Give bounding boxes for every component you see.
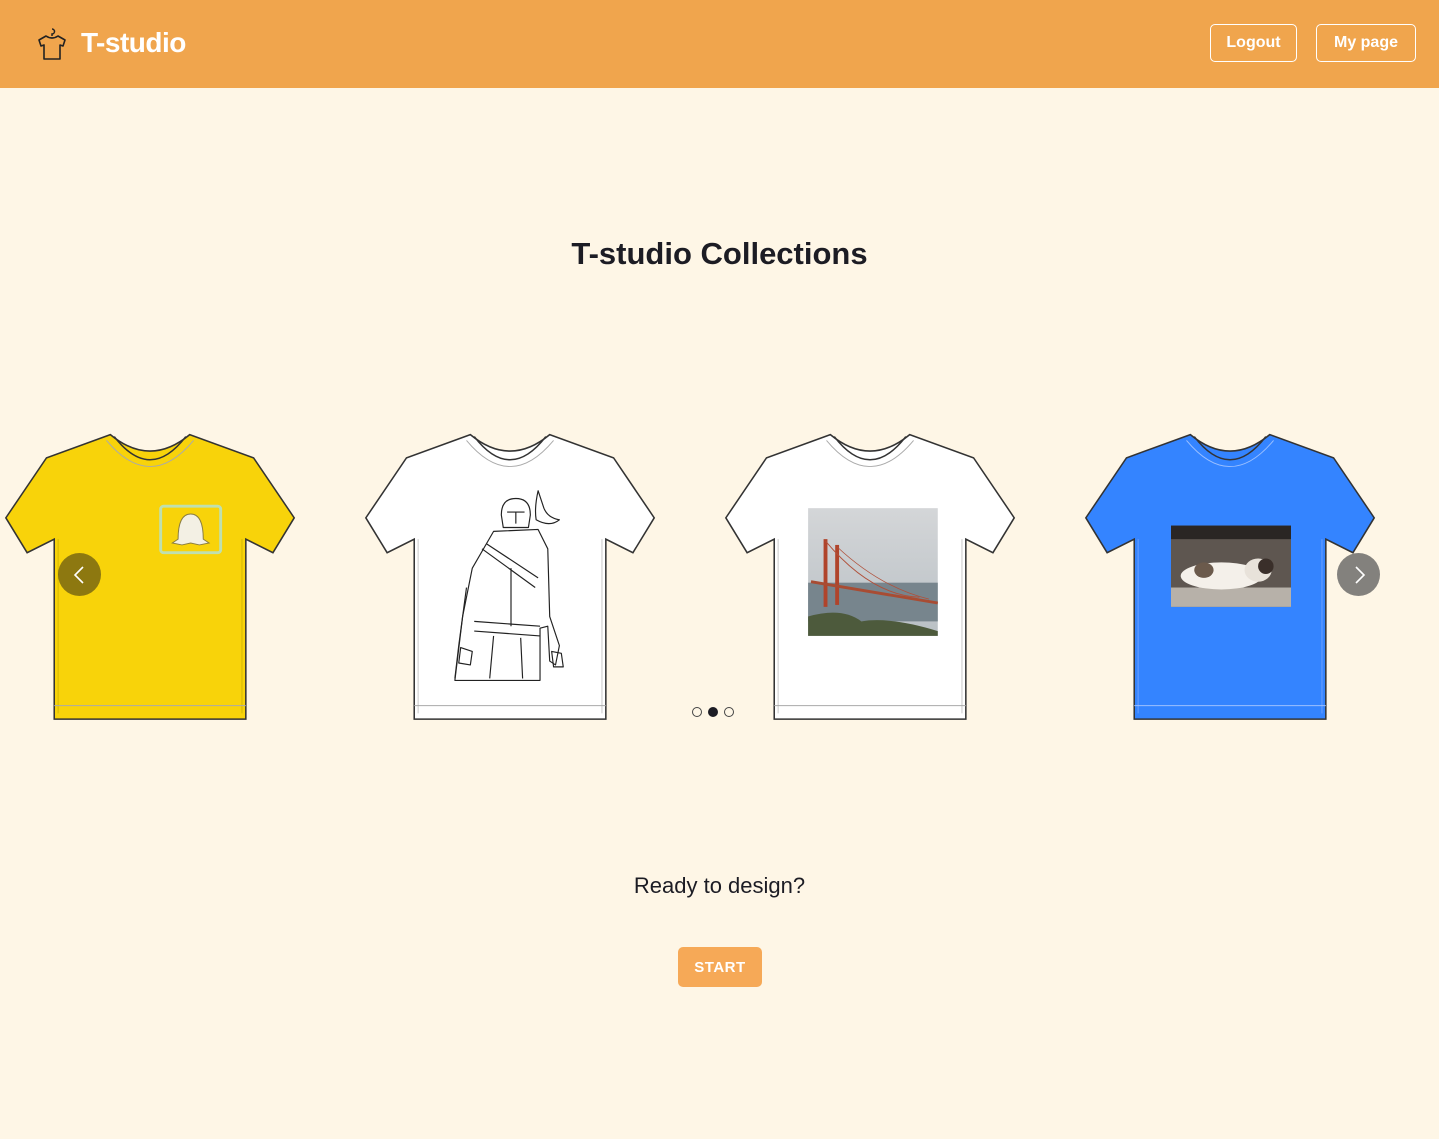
carousel-dot[interactable] <box>692 707 702 717</box>
chevron-right-icon <box>1354 565 1365 584</box>
ready-prompt: Ready to design? <box>633 873 806 898</box>
carousel-dot[interactable] <box>708 707 718 717</box>
my-page-button[interactable]: My page <box>1316 24 1416 62</box>
page-title: T-studio Collections <box>571 236 868 271</box>
logout-button[interactable]: Logout <box>1210 24 1297 62</box>
logo-text[interactable]: T-studio <box>81 27 186 59</box>
collections-carousel <box>0 405 1439 735</box>
chevron-left-icon <box>73 565 84 584</box>
cat-photo <box>1171 525 1291 607</box>
carousel-next-button[interactable] <box>1337 553 1380 596</box>
carousel-indicators <box>692 707 734 717</box>
tshirt-hanger-icon <box>38 28 66 60</box>
carousel-prev-button[interactable] <box>58 553 101 596</box>
start-button[interactable]: START <box>678 947 762 987</box>
bridge-photo <box>808 508 939 636</box>
carousel-slide[interactable] <box>1 423 301 723</box>
carousel-dot[interactable] <box>724 707 734 717</box>
carousel-slide[interactable] <box>361 423 661 723</box>
carousel-slide[interactable] <box>721 423 1021 723</box>
top-header: T-studio Logout My page <box>0 0 1439 88</box>
carousel-slide[interactable] <box>1081 423 1381 723</box>
